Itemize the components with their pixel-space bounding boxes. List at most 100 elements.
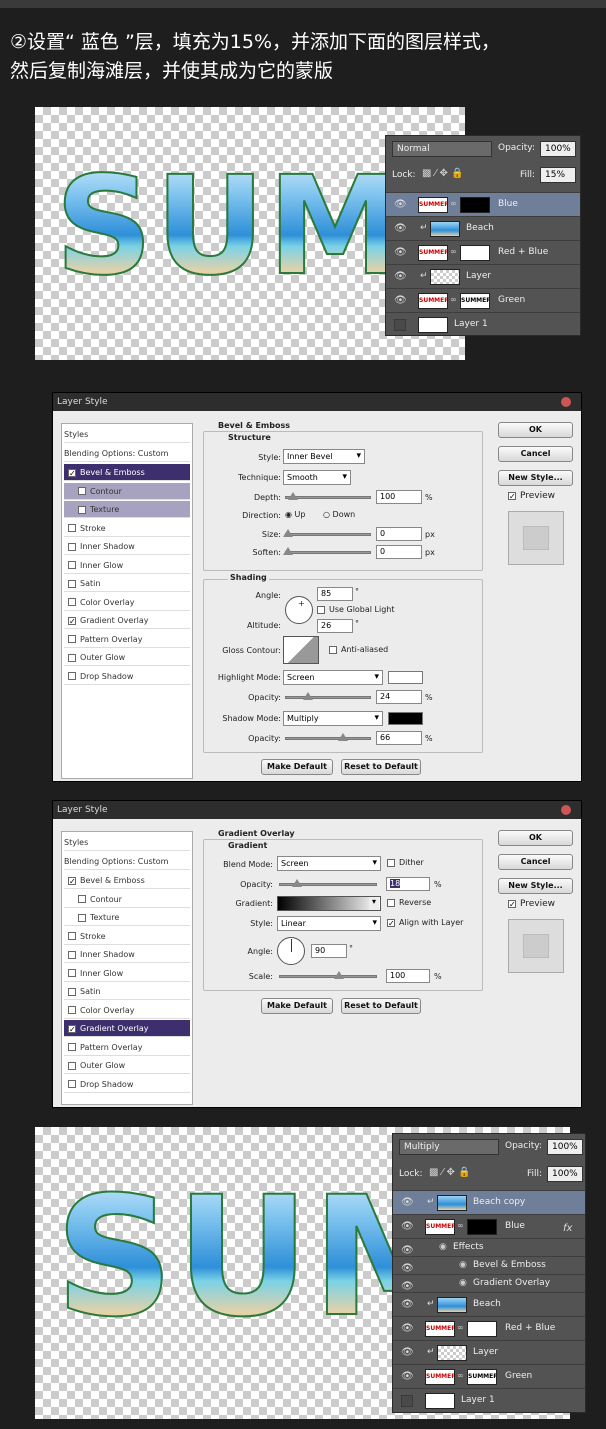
style-item[interactable]: Color Overlay xyxy=(64,1002,190,1019)
style-checkbox[interactable] xyxy=(68,1061,76,1070)
layer-row[interactable]: 👁 ↵ Beach copy xyxy=(393,1190,585,1214)
style-item[interactable]: ✓ Gradient Overlay xyxy=(64,1020,190,1037)
direction-up-radio[interactable]: ◉ Up xyxy=(285,510,305,519)
style-item[interactable]: Inner Shadow xyxy=(64,538,190,555)
style-checkbox[interactable] xyxy=(68,672,76,680)
new-style-button[interactable]: New Style... xyxy=(498,470,573,486)
scale-input[interactable]: 100 xyxy=(386,969,430,983)
preview-checkbox-2[interactable]: ✓ Preview xyxy=(508,899,555,909)
effect-eye-icon[interactable]: ◉ xyxy=(459,1260,467,1270)
style-item[interactable]: Outer Glow xyxy=(64,1057,190,1074)
anti-aliased-checkbox[interactable]: Anti-aliased xyxy=(329,645,388,654)
layer-row[interactable]: 👁 ◉ Bevel & Emboss xyxy=(393,1256,585,1274)
soften-slider[interactable] xyxy=(283,547,371,555)
layer-row[interactable]: 👁 SUMMER ∞ Blue xyxy=(393,1214,585,1238)
global-light-checkbox[interactable]: Use Global Light xyxy=(317,605,395,614)
close-icon-2[interactable] xyxy=(561,805,571,815)
eye-icon[interactable]: 👁 xyxy=(394,271,407,283)
style-select[interactable]: Inner Bevel xyxy=(283,449,365,464)
style-checkbox[interactable] xyxy=(68,932,76,940)
depth-slider[interactable] xyxy=(285,492,371,500)
style-item[interactable]: ✓ Bevel & Emboss xyxy=(64,872,190,889)
eye-icon[interactable]: 👁 xyxy=(401,1299,414,1311)
style-checkbox[interactable] xyxy=(68,950,76,959)
gloss-contour-picker[interactable] xyxy=(283,636,319,664)
style-item[interactable]: Contour xyxy=(64,482,190,500)
lock-icons-p2[interactable]: ▩ ⁄ ✥ 🔒 xyxy=(429,1167,470,1178)
eye-icon[interactable]: 👁 xyxy=(394,223,407,235)
highlight-opacity-slider[interactable] xyxy=(285,692,371,700)
style-item[interactable]: Color Overlay xyxy=(64,594,190,611)
style-checkbox[interactable] xyxy=(78,505,86,514)
blend-mode-select-p2[interactable]: Multiply xyxy=(399,1139,499,1155)
style-checkbox[interactable] xyxy=(68,579,76,588)
size-input[interactable]: 0 xyxy=(376,527,422,541)
visibility-off-icon[interactable] xyxy=(401,1395,413,1407)
style-checkbox[interactable] xyxy=(68,561,76,569)
eye-icon[interactable]: 👁 xyxy=(401,1323,414,1335)
style-checkbox[interactable]: ✓ xyxy=(68,876,76,885)
altitude-input[interactable]: 26 xyxy=(317,619,353,633)
style-item[interactable]: Drop Shadow xyxy=(64,1076,190,1093)
style-checkbox[interactable] xyxy=(68,635,76,643)
angle-dial-2[interactable] xyxy=(277,937,305,965)
eye-icon[interactable]: 👁 xyxy=(401,1347,414,1359)
style-item[interactable]: Stroke xyxy=(64,928,190,945)
soften-input[interactable]: 0 xyxy=(376,545,422,559)
style-checkbox[interactable] xyxy=(68,1080,76,1088)
chevron-down-icon[interactable]: ▾ xyxy=(369,897,379,910)
style-item[interactable]: Texture xyxy=(64,909,190,926)
style-checkbox[interactable] xyxy=(68,987,76,996)
reverse-checkbox[interactable]: Reverse xyxy=(387,898,431,907)
layer-row[interactable]: 👁 SUMMER ∞ SUMMER Green xyxy=(386,288,580,312)
close-icon[interactable] xyxy=(561,397,571,407)
style-checkbox[interactable] xyxy=(68,542,76,551)
cancel-button[interactable]: Cancel xyxy=(498,446,573,462)
style-item[interactable]: Texture xyxy=(64,501,190,518)
layer-row[interactable]: 👁 ↵ Layer xyxy=(386,264,580,288)
angle-input[interactable]: 85 xyxy=(317,587,353,601)
reset-to-default-button[interactable]: Reset to Default xyxy=(341,759,421,775)
blending-options-item[interactable]: Blending Options: Custom xyxy=(64,853,190,870)
opacity-input-p2[interactable]: 100% xyxy=(547,1139,583,1155)
style-item[interactable]: Inner Glow xyxy=(64,965,190,982)
style-checkbox[interactable]: ✓ xyxy=(68,468,76,477)
reset-to-default-button-2[interactable]: Reset to Default xyxy=(341,998,421,1014)
style-item[interactable]: Contour xyxy=(64,891,190,908)
style-select-2[interactable]: Linear xyxy=(277,916,381,931)
blend-mode-select[interactable]: Normal xyxy=(392,141,492,157)
eye-icon[interactable]: 👁 xyxy=(401,1371,414,1383)
shadow-opacity-input[interactable]: 66 xyxy=(376,731,422,745)
layer-row[interactable]: Layer 1 xyxy=(393,1388,585,1412)
new-style-button-2[interactable]: New Style... xyxy=(498,878,573,894)
style-item[interactable]: Satin xyxy=(64,575,190,592)
style-checkbox[interactable]: ✓ xyxy=(68,1024,76,1033)
style-item[interactable]: Inner Glow xyxy=(64,557,190,574)
blend-mode-select-2[interactable]: Screen xyxy=(277,856,381,871)
style-item[interactable]: Pattern Overlay xyxy=(64,1039,190,1056)
opacity-slider-2[interactable] xyxy=(279,879,377,887)
style-checkbox[interactable] xyxy=(68,1043,76,1051)
eye-icon[interactable]: 👁 xyxy=(394,199,407,211)
style-checkbox[interactable] xyxy=(68,598,76,606)
layer-row[interactable]: 👁 ↵ Layer xyxy=(393,1340,585,1364)
layer-row[interactable]: 👁 ◉ Gradient Overlay xyxy=(393,1274,585,1292)
style-item[interactable]: Inner Shadow xyxy=(64,946,190,963)
make-default-button-2[interactable]: Make Default xyxy=(261,998,333,1014)
eye-icon[interactable]: 👁 xyxy=(401,1221,414,1233)
blending-options-item[interactable]: Blending Options: Custom xyxy=(64,445,190,462)
shadow-color-swatch[interactable] xyxy=(388,712,423,725)
eye-icon[interactable]: 👁 xyxy=(401,1197,414,1209)
direction-down-radio[interactable]: ○ Down xyxy=(323,510,355,519)
preview-checkbox[interactable]: ✓ Preview xyxy=(508,491,555,501)
scale-slider[interactable] xyxy=(279,971,377,979)
make-default-button[interactable]: Make Default xyxy=(261,759,333,775)
ok-button-2[interactable]: OK xyxy=(498,830,573,846)
style-item[interactable]: Satin xyxy=(64,983,190,1000)
style-checkbox[interactable] xyxy=(78,895,86,903)
layer-row[interactable]: 👁 ◉ Effects xyxy=(393,1238,585,1256)
layer-row[interactable]: 👁 ↵ Beach xyxy=(386,216,580,240)
style-item[interactable]: Pattern Overlay xyxy=(64,631,190,648)
highlight-color-swatch[interactable] xyxy=(388,671,423,684)
layer-row[interactable]: 👁 SUMMER ∞ Blue xyxy=(386,192,580,216)
